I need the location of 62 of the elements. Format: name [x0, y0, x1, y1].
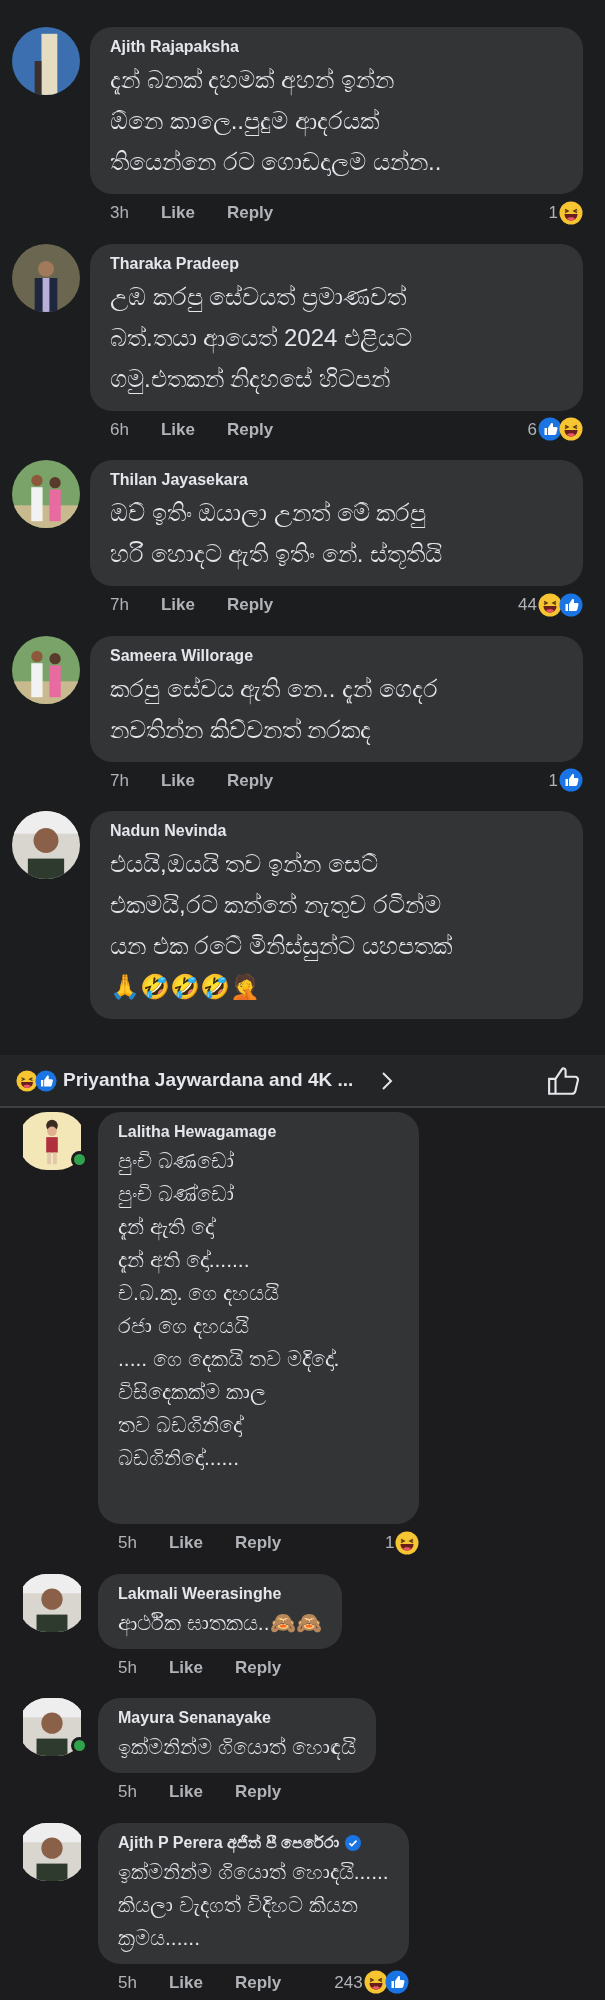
laughing-reaction-icon [363, 1970, 388, 1995]
laughing-reaction-icon [559, 200, 583, 225]
reaction-count: 44 [518, 594, 537, 616]
reply-link[interactable]: Reply [234, 1530, 282, 1556]
reply-link[interactable]: Reply [226, 592, 274, 618]
comment-text: ඔව් ඉතිං ඔයාලා උනත් මේ කරපු හරි හොදට ඇති ඉතිං නේ. ස්තූතියි [110, 498, 443, 571]
laughing-reaction-icon [16, 1069, 38, 1092]
comment-text: උඹ කරපු සේවයත් ප්‍රමාණවත් බත්.තයා ආයෙත් 2024 එළියට ගමු.එතකන් නිදහසේ හිටපන් [110, 281, 414, 396]
reactions-summary[interactable]: Priyantha Jaywardana and 4K ... [63, 1066, 354, 1095]
comment-text: ඉක්මනින්ම ගියොත් හොදයි...... කියලා වැදගත් විදිහට කියන ක්‍රමය...... [118, 1854, 389, 1954]
like-link[interactable]: Like [168, 1530, 203, 1556]
reaction-count: 1 [548, 202, 558, 224]
author-name[interactable]: Tharaka Pradeep [110, 251, 239, 276]
like-reaction-icon [538, 417, 562, 442]
author-name[interactable]: Ajith Rajapaksha [110, 35, 239, 59]
comment-text: ඉක්මනින්ම ගියොත් හොඳයි [118, 1734, 356, 1762]
reaction-count: 1 [384, 1532, 395, 1554]
author-name[interactable]: Sameera Willorage [110, 643, 254, 668]
comment-time[interactable]: 5h [118, 1969, 137, 1995]
chevron-right-icon[interactable] [381, 1070, 394, 1091]
reply-link[interactable]: Reply [226, 416, 274, 442]
author-name[interactable]: Lakmali Weerasinghe [118, 1581, 282, 1606]
reaction-count: 6 [527, 418, 537, 441]
author-name[interactable]: Lalitha Hewagamage [118, 1120, 277, 1144]
laughing-reaction-icon [559, 417, 583, 442]
like-icon[interactable] [547, 1065, 581, 1096]
laughing-reaction-icon [395, 1530, 420, 1555]
like-link[interactable]: Like [160, 767, 195, 793]
comment-time[interactable]: 7h [110, 767, 129, 793]
comment-time[interactable]: 7h [110, 592, 129, 618]
author-name[interactable]: Thilan Jayasekara [110, 468, 248, 492]
like-reaction-icon [35, 1069, 57, 1092]
comment-time[interactable]: 6h [110, 416, 129, 442]
reply-link[interactable]: Reply [234, 1969, 282, 1995]
comment-text: ආර්ථික ඝාතකය..🙈🙈 [118, 1609, 322, 1638]
author-name[interactable]: Ajith P Perera අජිත් පී පෙරේරා [118, 1830, 339, 1855]
comment-text: කරපු සේවය ඇති නෙ.. දැන් ගෙදර නවතින්න කිව්වනත් නරකද [110, 673, 439, 747]
reaction-count: 1 [548, 769, 558, 792]
like-reaction-icon [559, 768, 583, 793]
like-link[interactable]: Like [160, 200, 195, 226]
reply-link[interactable]: Reply [226, 767, 274, 793]
like-link[interactable]: Like [160, 592, 195, 618]
comment-time[interactable]: 5h [118, 1530, 137, 1556]
like-link[interactable]: Like [168, 1654, 203, 1680]
comment-text: පුංචි බණඩෝ පුංචි බණ්ඩෝ දැන් ඇති දෝ දැන් අති දෝ....... ච.බ.කු. ගෙ දහයයි රජා ගෙ දහයයි ..... ගෙ දෙකයි තව මදිදෝ. විසිදෙකක්ම කාල තව බඩගිනිදෝ බඩගිනිදෝ...... [118, 1148, 341, 1472]
like-link[interactable]: Like [160, 416, 195, 442]
like-reaction-icon [559, 592, 583, 617]
comment-time[interactable]: 5h [118, 1654, 137, 1680]
reaction-count: 243 [334, 1971, 363, 1994]
like-reaction-icon [384, 1970, 409, 1995]
author-name[interactable]: Mayura Senanayake [118, 1706, 271, 1730]
author-name[interactable]: Nadun Nevinda [110, 819, 227, 843]
comment-time[interactable]: 5h [118, 1779, 137, 1805]
comment-text: එයයි,ඔයයි තව ඉන්න සෙට් එකමයි,රට කන්නේ නැතුව රටින්ම යන එක රටේ මිනිස්සුන්ට යහපතක් 🙏🤣🤣🤣🤦 [110, 849, 453, 1002]
comment-time[interactable]: 3h [110, 200, 129, 226]
laughing-reaction-icon [538, 592, 562, 617]
reply-link[interactable]: Reply [234, 1654, 282, 1680]
like-link[interactable]: Like [168, 1779, 203, 1805]
reply-link[interactable]: Reply [226, 200, 274, 226]
like-link[interactable]: Like [168, 1969, 203, 1995]
comment-text: දැන් බනක් දහමක් අහන් ඉන්න ඕනෙ කාලෙ..පුදුම ආදරයක් තියෙන්නෙ රට ගොඩදාලම යන්න.. [110, 65, 443, 178]
reply-link[interactable]: Reply [234, 1779, 282, 1805]
